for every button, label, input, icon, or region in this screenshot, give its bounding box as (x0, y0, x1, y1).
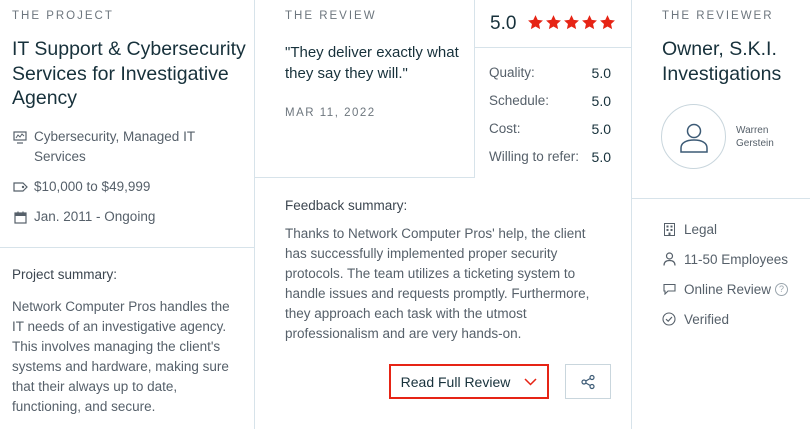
score-willing-to-refer: Willing to refer: 5.0 (489, 149, 613, 165)
score-value: 5.0 (591, 121, 611, 137)
chevron-down-icon (524, 377, 537, 386)
reviewer-eyebrow: THE REVIEWER (662, 10, 774, 22)
score-label: Cost: (489, 121, 521, 136)
project-budget: $10,000 to $49,999 (12, 177, 150, 197)
project-services: Cybersecurity, Managed IT Services (12, 127, 212, 167)
rating-stars (527, 14, 616, 31)
feedback-summary-text: Thanks to Network Computer Pros' help, t… (285, 226, 590, 341)
reviewer-divider (631, 198, 810, 199)
feedback-summary-label: Feedback summary: (285, 198, 408, 213)
score-quality: Quality: 5.0 (489, 65, 613, 81)
score-value: 5.0 (591, 93, 611, 109)
calendar-icon (12, 207, 28, 227)
reviewer-company-size: 11-50 Employees (662, 250, 788, 268)
project-summary-label: Project summary: (12, 267, 118, 282)
reviewer-verified: Verified (662, 310, 729, 328)
score-cost: Cost: 5.0 (489, 121, 613, 137)
score-value: 5.0 (591, 149, 611, 165)
chat-bubble-icon (662, 280, 676, 298)
project-dates: Jan. 2011 - Ongoing (12, 207, 155, 227)
person-icon (662, 250, 676, 268)
project-eyebrow: THE PROJECT (12, 10, 114, 22)
reviewer-review-type-text: Online Review (684, 281, 772, 297)
review-divider (254, 177, 474, 178)
reviewer-review-type: Online Review ? (662, 280, 789, 298)
score-label: Quality: (489, 65, 535, 80)
score-label: Schedule: (489, 93, 550, 108)
project-summary-text: Network Computer Pros handles the IT nee… (12, 299, 230, 414)
user-icon (679, 121, 709, 153)
review-quote: "They deliver exactly what they say they… (285, 44, 459, 82)
building-icon (662, 220, 676, 238)
help-question-icon[interactable]: ? (775, 282, 789, 296)
star-icon (582, 15, 597, 30)
reviewer-title: Owner, S.K.I. Investigations (662, 38, 782, 85)
overall-rating: 5.0 (490, 13, 517, 34)
price-tag-icon (12, 177, 28, 197)
column-divider (254, 0, 255, 429)
project-column: THE PROJECT IT Support & Cybersecurity S… (0, 0, 254, 429)
project-budget-text: $10,000 to $49,999 (34, 179, 151, 194)
star-icon (528, 15, 543, 30)
share-button[interactable] (565, 364, 611, 399)
services-icon (12, 127, 28, 147)
project-title: IT Support & Cybersecurity Services for … (12, 38, 246, 109)
avatar (661, 104, 726, 169)
rating-divider-vertical (474, 0, 475, 178)
reviewer-industry-text: Legal (684, 221, 718, 237)
read-full-review-label: Read Full Review (400, 373, 511, 390)
star-icon (600, 15, 615, 30)
reviewer-name: Warren Gerstein (736, 125, 774, 149)
review-date: MAR 11, 2022 (285, 107, 376, 119)
project-services-text: Cybersecurity, Managed IT Services (34, 129, 195, 164)
star-icon (564, 15, 579, 30)
rating-divider (474, 47, 631, 48)
project-dates-text: Jan. 2011 - Ongoing (34, 209, 156, 224)
star-icon (546, 15, 561, 30)
column-divider (631, 0, 632, 429)
reviewer-verified-text: Verified (684, 311, 730, 327)
score-label: Willing to refer: (489, 149, 580, 164)
reviewer-company-size-text: 11-50 Employees (684, 251, 789, 267)
reviewer-industry: Legal (662, 220, 717, 238)
check-circle-icon (662, 310, 676, 328)
share-icon (580, 374, 596, 390)
score-schedule: Schedule: 5.0 (489, 93, 613, 109)
score-value: 5.0 (591, 65, 611, 81)
read-full-review-button[interactable]: Read Full Review (389, 364, 549, 399)
review-eyebrow: THE REVIEW (285, 10, 377, 22)
